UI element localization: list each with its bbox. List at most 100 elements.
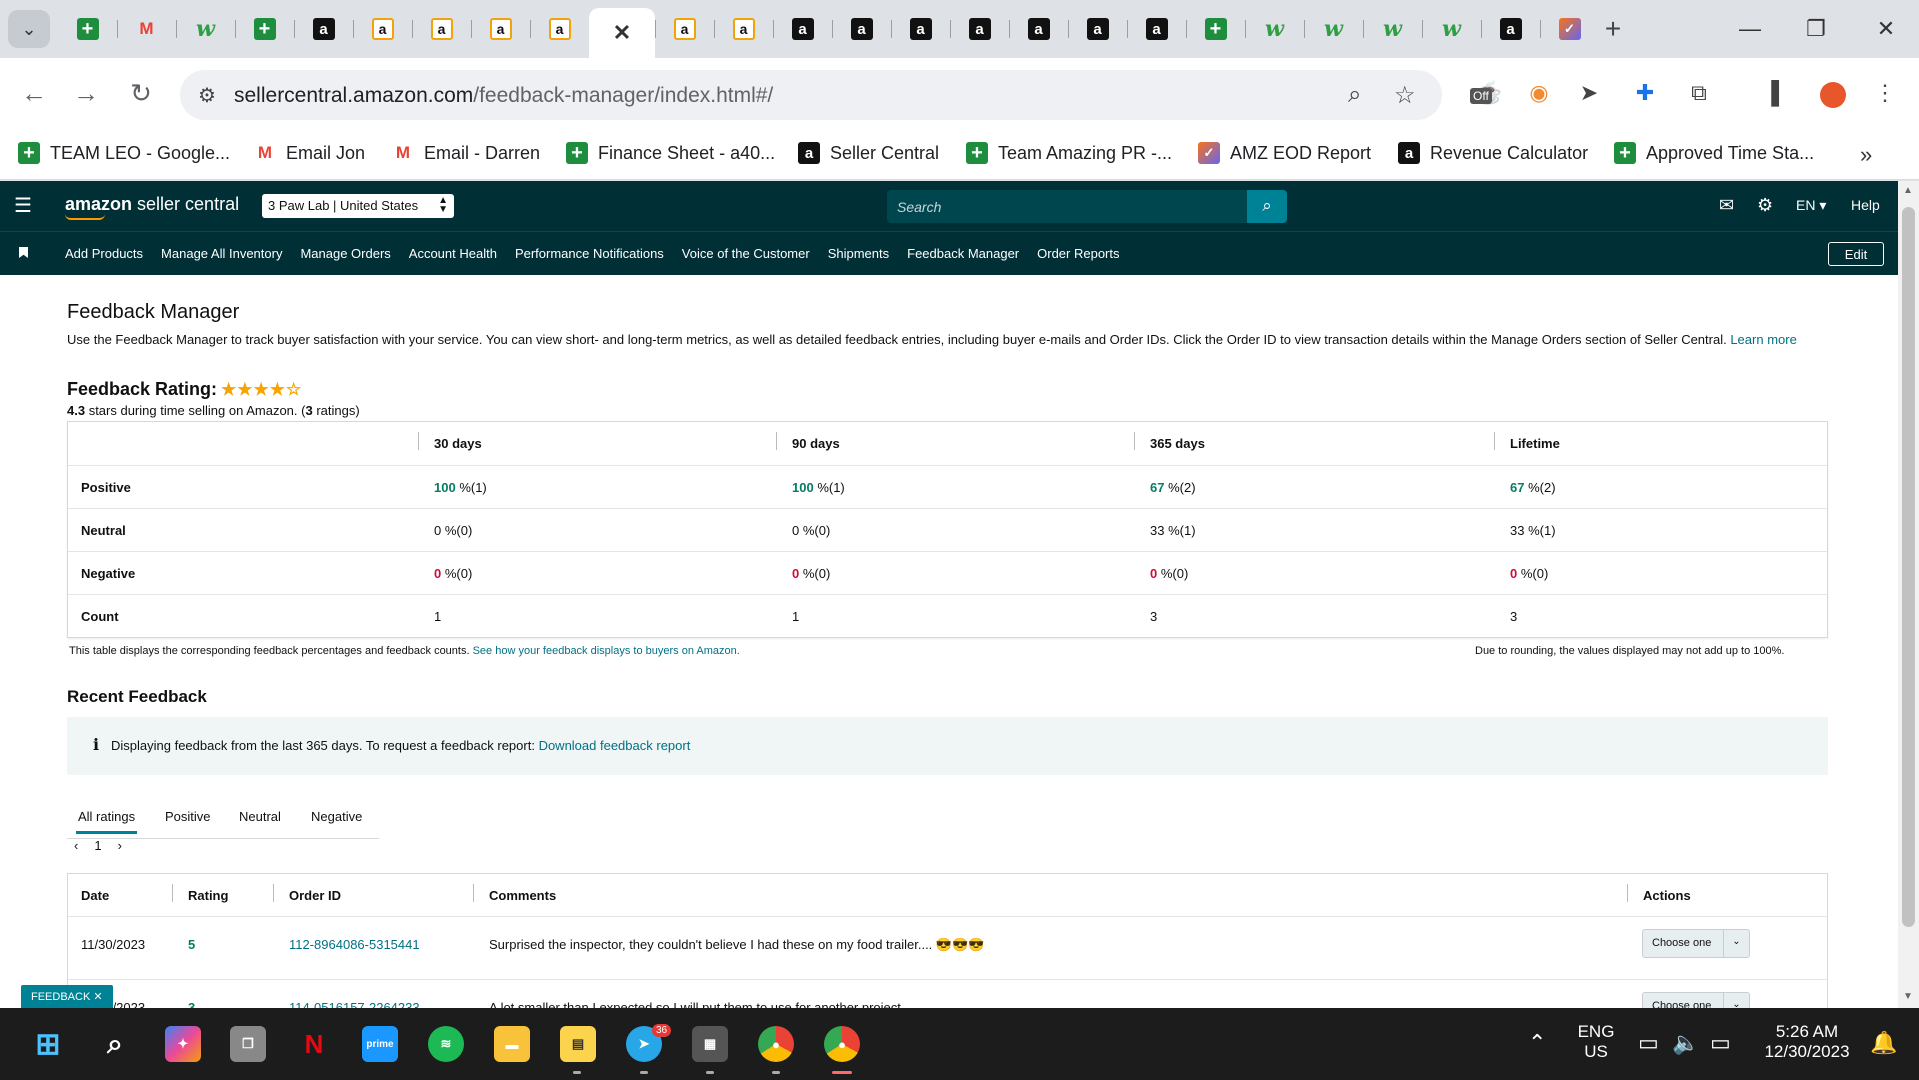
rating-tab[interactable]: Negative [311, 809, 362, 824]
order-id-link[interactable]: 112-8964086-5315441 [289, 937, 420, 952]
spotify-icon[interactable]: ≋ [428, 1026, 464, 1062]
tab-item[interactable]: a [1481, 8, 1540, 50]
calculator-icon[interactable]: ▦ [692, 1026, 728, 1062]
tab-item[interactable]: a [655, 8, 714, 50]
notification-bell-icon[interactable]: 🔔 [1870, 1030, 1897, 1056]
language-selector[interactable]: EN ▾ [1796, 197, 1826, 214]
bookmark-item[interactable]: + Finance Sheet - a40... [566, 142, 775, 164]
bookmark-item[interactable]: a Revenue Calculator [1398, 142, 1588, 164]
chrome-menu-icon[interactable]: ⋮ [1870, 80, 1900, 106]
restore-icon[interactable]: ❐ [1796, 16, 1836, 42]
profile-avatar[interactable] [1820, 82, 1846, 108]
actions-dropdown[interactable]: Choose one ⌄ [1642, 929, 1750, 958]
tab-item[interactable]: a [950, 8, 1009, 50]
next-page-icon[interactable]: › [118, 838, 122, 853]
tab-item[interactable]: a [353, 8, 412, 50]
edit-nav-button[interactable]: Edit [1828, 242, 1884, 266]
nav-link-item[interactable]: Order Reports [1037, 246, 1119, 261]
buyer-display-link[interactable]: See how your feedback displays to buyers… [473, 645, 740, 657]
bookmark-icon[interactable] [19, 247, 28, 258]
rating-tab[interactable]: All ratings [75, 809, 138, 834]
prev-page-icon[interactable]: ‹ [74, 838, 78, 853]
feedback-widget-tab[interactable]: FEEDBACK ✕ [21, 985, 113, 1008]
hamburger-menu-icon[interactable]: ☰ [14, 193, 32, 218]
seller-central-logo[interactable]: amazon seller central [65, 194, 239, 220]
tab-item[interactable]: a [294, 8, 353, 50]
clock[interactable]: 5:26 AM 12/30/2023 [1758, 1022, 1856, 1062]
tab-item[interactable]: w [176, 8, 235, 50]
settings-gear-icon[interactable]: ⚙ [1757, 195, 1773, 216]
chrome-active-icon[interactable]: ● [824, 1026, 860, 1062]
volume-icon[interactable]: 🔈 [1672, 1030, 1699, 1056]
extension-shield-icon[interactable]: ✚ [1630, 80, 1660, 106]
bookmark-item[interactable]: + Team Amazing PR -... [966, 142, 1172, 164]
tab-item[interactable]: w [1304, 8, 1363, 50]
bookmark-item[interactable]: + Approved Time Sta... [1614, 142, 1814, 164]
site-info-icon[interactable]: ⚙ [198, 83, 216, 108]
tab-item[interactable]: a [412, 8, 471, 50]
tab-item[interactable]: a [832, 8, 891, 50]
chrome-icon[interactable]: ● [758, 1026, 794, 1062]
page-scrollbar[interactable]: ▲ ▼ [1898, 181, 1919, 1008]
tab-active[interactable]: ✕ [589, 8, 655, 58]
forward-arrow-icon[interactable]: → [69, 78, 103, 109]
tab-item[interactable]: + [1186, 8, 1245, 50]
tab-search-chevron-icon[interactable]: ⌄ [8, 10, 50, 48]
nav-link-item[interactable]: Add Products [65, 246, 143, 261]
reload-icon[interactable]: ↻ [124, 78, 158, 109]
tab-item[interactable]: a [891, 8, 950, 50]
file-explorer-icon[interactable]: ▬ [494, 1026, 530, 1062]
current-page[interactable]: 1 [94, 838, 101, 853]
close-icon[interactable]: ✕ [611, 20, 633, 45]
order-id-link[interactable]: 114-0516157-2264233 [289, 1000, 420, 1008]
store-selector[interactable]: 3 Paw Lab | United States ▲ ▼ [262, 194, 454, 218]
window-close-icon[interactable]: ✕ [1866, 16, 1906, 42]
windows-start-icon[interactable]: ⊞ [30, 1026, 66, 1062]
search-input[interactable]: Search [887, 190, 1247, 223]
extensions-puzzle-icon[interactable]: ⧉ [1684, 80, 1714, 106]
extension-arrow-icon[interactable]: ➤ [1574, 80, 1604, 106]
nav-link-item[interactable]: Performance Notifications [515, 246, 664, 261]
scroll-thumb[interactable] [1902, 207, 1915, 927]
new-tab-plus-icon[interactable]: + [1598, 14, 1628, 44]
help-link[interactable]: Help [1851, 197, 1880, 213]
scroll-down-icon[interactable]: ▼ [1903, 991, 1913, 1002]
nav-link-item[interactable]: Voice of the Customer [682, 246, 810, 261]
minimize-icon[interactable]: — [1730, 16, 1770, 42]
nav-link-item[interactable]: Account Health [409, 246, 497, 261]
scroll-up-icon[interactable]: ▲ [1903, 185, 1913, 196]
tab-item[interactable]: + [58, 8, 117, 50]
bookmark-item[interactable]: + TEAM LEO - Google... [18, 142, 230, 164]
tab-item[interactable]: a [773, 8, 832, 50]
actions-dropdown[interactable]: Choose one ⌄ [1642, 992, 1750, 1008]
nav-link-item[interactable]: Manage All Inventory [161, 246, 282, 261]
tray-chevron-up-icon[interactable]: ⌃ [1528, 1030, 1546, 1056]
tab-item[interactable]: a [1009, 8, 1068, 50]
tab-item[interactable]: M [117, 8, 176, 50]
tab-item[interactable]: ✓ [1540, 8, 1599, 50]
download-report-link[interactable]: Download feedback report [539, 738, 691, 753]
tab-item[interactable]: a [714, 8, 773, 50]
input-language[interactable]: ENG US [1576, 1022, 1616, 1062]
address-bar[interactable]: ⚙ sellercentral.amazon.com/feedback-mana… [180, 70, 1442, 120]
tab-item[interactable]: a [1068, 8, 1127, 50]
nav-link-item[interactable]: Manage Orders [300, 246, 390, 261]
url-text[interactable]: sellercentral.amazon.com/feedback-manage… [234, 84, 773, 108]
tab-item[interactable]: a [1127, 8, 1186, 50]
search-taskbar-icon[interactable]: ⌕ [97, 1026, 133, 1062]
tab-item[interactable]: w [1422, 8, 1481, 50]
zoom-icon[interactable]: ⌕ [1348, 81, 1361, 109]
bookmark-item[interactable]: M Email - Darren [392, 142, 540, 164]
tab-item[interactable]: + [235, 8, 294, 50]
prime-video-icon[interactable]: prime [362, 1026, 398, 1062]
extension-firefox-icon[interactable]: ◉ [1524, 80, 1554, 106]
bookmark-item[interactable]: M Email Jon [254, 142, 365, 164]
bookmarks-overflow-icon[interactable]: » [1860, 142, 1872, 168]
learn-more-link[interactable]: Learn more [1730, 332, 1796, 347]
copilot-icon[interactable]: ✦ [165, 1026, 201, 1062]
battery-icon[interactable]: ▭ [1710, 1030, 1731, 1056]
mail-icon[interactable]: ✉ [1719, 195, 1734, 216]
side-panel-icon[interactable]: ▌ [1764, 80, 1794, 106]
task-view-icon[interactable]: ❐ [230, 1026, 266, 1062]
tab-item[interactable]: a [530, 8, 589, 50]
